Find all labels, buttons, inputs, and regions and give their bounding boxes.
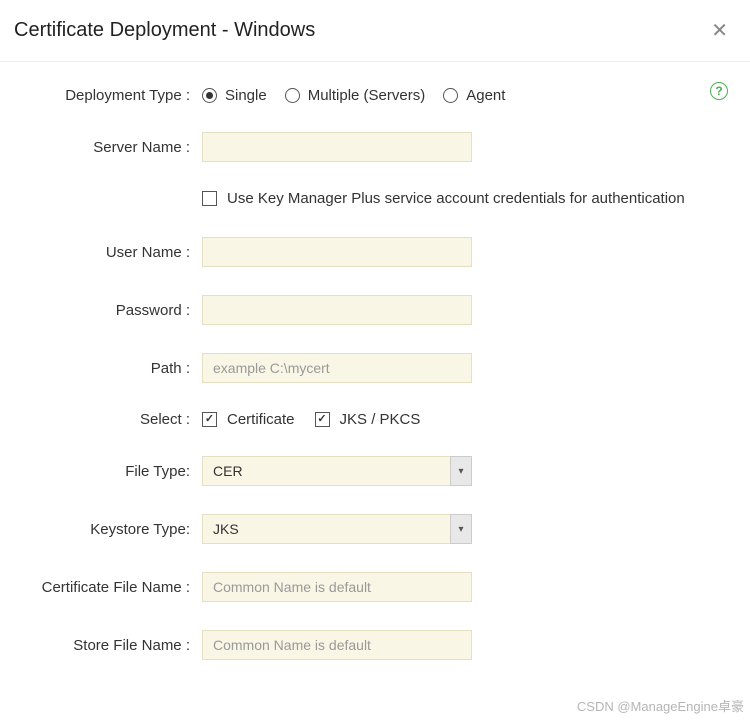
chevron-down-icon: ▾: [450, 456, 472, 486]
checkbox-icon: [315, 412, 330, 427]
row-select: Select : Certificate JKS / PKCS: [14, 411, 750, 428]
watermark: CSDN @ManageEngine卓豪: [577, 696, 744, 715]
label-keystore-type: Keystore Type:: [14, 521, 202, 538]
file-type-select[interactable]: CER ▾: [202, 456, 472, 486]
dialog-title: Certificate Deployment - Windows: [14, 19, 315, 42]
row-cert-file-name: Certificate File Name :: [14, 572, 750, 602]
server-name-input[interactable]: [202, 132, 472, 162]
checkbox-icon: [202, 191, 217, 206]
dialog-header: Certificate Deployment - Windows ✕: [0, 0, 750, 62]
checkbox-label: JKS / PKCS: [340, 411, 421, 428]
password-input[interactable]: [202, 295, 472, 325]
help-icon[interactable]: ?: [710, 82, 728, 100]
radio-agent[interactable]: Agent: [443, 87, 505, 104]
row-keystore-type: Keystore Type: JKS ▾: [14, 514, 750, 544]
label-cert-file-name: Certificate File Name :: [14, 579, 202, 596]
store-file-name-input[interactable]: [202, 630, 472, 660]
checkbox-jks-pkcs[interactable]: JKS / PKCS: [315, 411, 421, 428]
path-input[interactable]: [202, 353, 472, 383]
cert-file-name-input[interactable]: [202, 572, 472, 602]
radio-single[interactable]: Single: [202, 87, 267, 104]
checkbox-icon: [202, 412, 217, 427]
radio-label: Single: [225, 87, 267, 104]
form-body: Deployment Type : Single Multiple (Serve…: [0, 62, 750, 660]
label-path: Path :: [14, 360, 202, 377]
row-service-account: Use Key Manager Plus service account cre…: [14, 190, 750, 207]
row-user-name: User Name :: [14, 237, 750, 267]
chevron-down-icon: ▾: [450, 514, 472, 544]
checkbox-certificate[interactable]: Certificate: [202, 411, 295, 428]
close-icon[interactable]: ✕: [703, 18, 736, 43]
select-value: JKS: [202, 514, 472, 544]
keystore-type-select[interactable]: JKS ▾: [202, 514, 472, 544]
row-store-file-name: Store File Name :: [14, 630, 750, 660]
label-store-file-name: Store File Name :: [14, 637, 202, 654]
checkbox-label: Certificate: [227, 411, 295, 428]
label-user-name: User Name :: [14, 244, 202, 261]
row-file-type: File Type: CER ▾: [14, 456, 750, 486]
label-select: Select :: [14, 411, 202, 428]
select-value: CER: [202, 456, 472, 486]
row-deployment-type: Deployment Type : Single Multiple (Serve…: [14, 87, 750, 104]
radio-icon: [443, 88, 458, 103]
radio-icon: [202, 88, 217, 103]
label-password: Password :: [14, 302, 202, 319]
checkbox-service-account[interactable]: Use Key Manager Plus service account cre…: [202, 190, 685, 207]
deployment-type-radio-group: Single Multiple (Servers) Agent: [202, 87, 750, 104]
radio-icon: [285, 88, 300, 103]
label-file-type: File Type:: [14, 463, 202, 480]
row-path: Path :: [14, 353, 750, 383]
row-password: Password :: [14, 295, 750, 325]
checkbox-label: Use Key Manager Plus service account cre…: [227, 190, 685, 207]
row-server-name: Server Name :: [14, 132, 750, 162]
radio-label: Agent: [466, 87, 505, 104]
user-name-input[interactable]: [202, 237, 472, 267]
label-server-name: Server Name :: [14, 139, 202, 156]
label-deployment-type: Deployment Type :: [14, 87, 202, 104]
radio-label: Multiple (Servers): [308, 87, 426, 104]
radio-multiple[interactable]: Multiple (Servers): [285, 87, 426, 104]
